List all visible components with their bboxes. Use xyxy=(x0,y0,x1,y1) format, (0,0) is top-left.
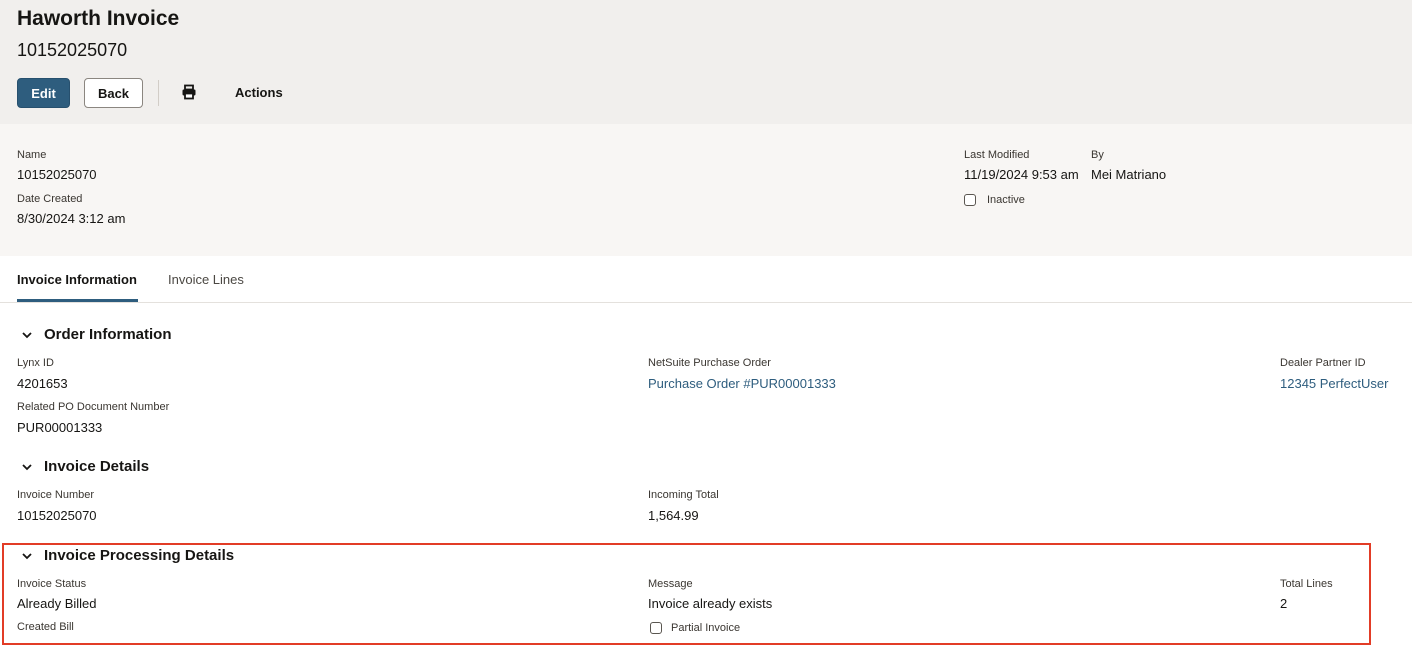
back-button[interactable]: Back xyxy=(84,78,143,108)
message-label: Message xyxy=(648,578,693,590)
section-invoice-processing-details[interactable]: Invoice Processing Details xyxy=(20,547,234,564)
actions-menu[interactable]: Actions xyxy=(235,85,283,100)
invoice-number-value: 10152025070 xyxy=(17,508,97,523)
tab-invoice-lines[interactable]: Invoice Lines xyxy=(168,272,244,287)
message-value: Invoice already exists xyxy=(648,596,773,611)
inactive-checkbox[interactable] xyxy=(964,194,976,206)
section-heading: Invoice Processing Details xyxy=(44,547,235,564)
incoming-total-label: Incoming Total xyxy=(648,489,719,501)
partial-invoice-label: Partial Invoice xyxy=(671,622,741,634)
last-modified-label: Last Modified xyxy=(964,149,1030,161)
dealer-partner-label: Dealer Partner ID xyxy=(1280,357,1366,369)
modified-by-value: Mei Matriano xyxy=(1091,167,1167,182)
toolbar-divider xyxy=(158,80,159,106)
total-lines-label: Total Lines xyxy=(1280,578,1333,590)
related-po-label: Related PO Document Number xyxy=(17,401,170,413)
incoming-total-value: 1,564.99 xyxy=(648,508,699,523)
print-icon[interactable] xyxy=(181,84,197,100)
section-invoice-details[interactable]: Invoice Details xyxy=(20,458,149,475)
tabs-divider xyxy=(0,302,1412,303)
netsuite-po-label: NetSuite Purchase Order xyxy=(648,357,771,369)
invoice-status-label: Invoice Status xyxy=(17,578,87,590)
related-po-value: PUR00001333 xyxy=(17,420,103,435)
invoice-status-value: Already Billed xyxy=(17,596,97,611)
total-lines-value: 2 xyxy=(1280,596,1288,611)
record-summary: Name 10152025070 Date Created 8/30/2024 … xyxy=(0,124,1412,256)
modified-by-label: By xyxy=(1091,149,1104,161)
last-modified-value: 11/19/2024 9:53 am xyxy=(964,167,1079,182)
section-heading: Invoice Details xyxy=(44,458,150,475)
dealer-partner-link[interactable]: 12345 PerfectUser xyxy=(1280,376,1388,391)
date-created-value: 8/30/2024 3:12 am xyxy=(17,211,126,226)
name-value: 10152025070 xyxy=(17,167,97,182)
section-heading: Order Information xyxy=(44,326,172,343)
partial-invoice-checkbox[interactable] xyxy=(650,622,662,634)
edit-button[interactable]: Edit xyxy=(17,78,70,108)
page-header: Haworth Invoice 10152025070 Edit Back Ac… xyxy=(0,0,1412,124)
lynx-id-label: Lynx ID xyxy=(17,357,54,369)
tab-invoice-information[interactable]: Invoice Information xyxy=(17,272,137,287)
chevron-down-icon xyxy=(22,463,32,470)
netsuite-po-link[interactable]: Purchase Order #PUR00001333 xyxy=(648,376,836,391)
date-created-label: Date Created xyxy=(17,193,83,205)
name-label: Name xyxy=(17,149,47,161)
inactive-label: Inactive xyxy=(987,194,1025,206)
created-bill-label: Created Bill xyxy=(17,621,74,633)
lynx-id-value: 4201653 xyxy=(17,376,68,391)
page-title: Haworth Invoice xyxy=(17,7,180,30)
chevron-down-icon xyxy=(22,552,32,559)
invoice-number-label: Invoice Number xyxy=(17,489,95,501)
chevron-down-icon xyxy=(22,331,32,338)
section-order-information[interactable]: Order Information xyxy=(20,326,172,343)
record-id: 10152025070 xyxy=(17,40,128,60)
